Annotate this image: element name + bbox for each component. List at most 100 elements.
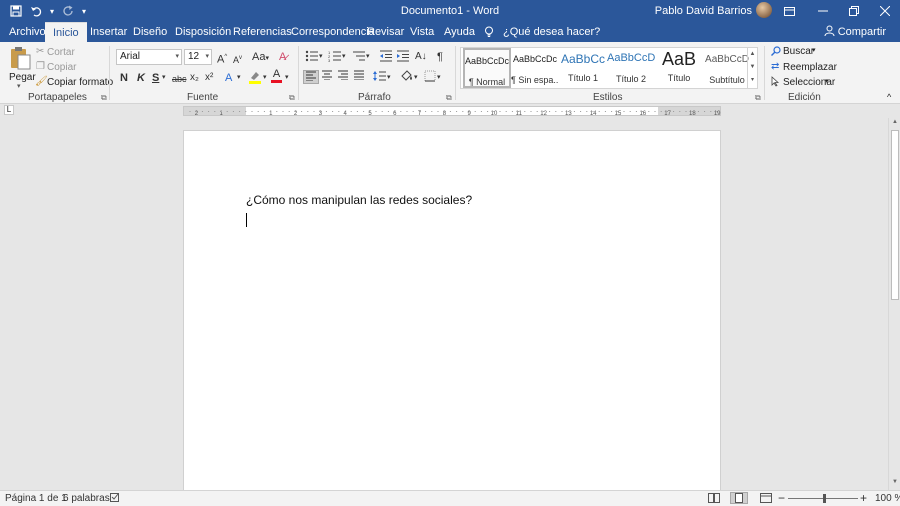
- scroll-down-icon[interactable]: ▼: [889, 479, 900, 489]
- clear-formatting-icon[interactable]: A̷: [279, 50, 286, 64]
- tab-revisar[interactable]: Revisar: [367, 22, 404, 42]
- superscript-button[interactable]: x²: [205, 71, 213, 85]
- italic-button[interactable]: K: [137, 71, 145, 85]
- zoom-level[interactable]: 100 %: [875, 493, 900, 504]
- find-button[interactable]: Buscar: [783, 46, 814, 57]
- chevron-up-icon[interactable]: ▲: [748, 48, 757, 61]
- copy-button[interactable]: Copiar: [47, 62, 76, 73]
- styles-launcher-icon[interactable]: ⧉: [755, 93, 761, 103]
- line-spacing-icon[interactable]: [373, 70, 387, 84]
- chevron-down-icon[interactable]: ▾: [237, 71, 241, 85]
- highlight-color-icon[interactable]: [248, 70, 262, 84]
- print-layout-icon[interactable]: [730, 492, 748, 504]
- customize-qat-icon[interactable]: ▾: [78, 0, 90, 22]
- read-mode-icon[interactable]: [708, 493, 720, 506]
- chevron-down-icon[interactable]: ▾: [319, 50, 323, 64]
- web-layout-icon[interactable]: [760, 493, 772, 506]
- font-size-combo[interactable]: 12 ▾: [184, 49, 212, 65]
- shading-icon[interactable]: [400, 70, 414, 84]
- save-icon[interactable]: [6, 0, 26, 22]
- tab-insertar[interactable]: Insertar: [90, 22, 127, 42]
- tab-diseno[interactable]: Diseño: [133, 22, 167, 42]
- chevron-down-icon[interactable]: ▾: [414, 71, 418, 85]
- style-heading-1[interactable]: AaBbCc Título 1: [559, 48, 607, 88]
- style-no-spacing[interactable]: AaBbCcDc ¶ Sin espa...: [511, 48, 559, 88]
- chevron-down-icon[interactable]: ▾: [285, 71, 289, 85]
- proofing-icon[interactable]: [110, 493, 121, 506]
- tab-ayuda[interactable]: Ayuda: [444, 22, 475, 42]
- chevron-down-icon[interactable]: ▾: [162, 71, 166, 85]
- chevron-down-icon[interactable]: ▾: [263, 71, 267, 85]
- show-formatting-button[interactable]: ¶: [437, 50, 443, 64]
- text-effects-button[interactable]: A: [225, 71, 232, 85]
- document-page[interactable]: ¿Cómo nos manipulan las redes sociales?: [183, 130, 721, 490]
- chevron-down-icon[interactable]: ▾: [825, 77, 829, 85]
- restore-icon[interactable]: [838, 0, 869, 22]
- minimize-icon[interactable]: [807, 0, 838, 22]
- chevron-down-icon[interactable]: ▾: [387, 71, 391, 85]
- share-button[interactable]: Compartir: [824, 22, 886, 42]
- ribbon-display-options-icon[interactable]: [771, 0, 807, 22]
- style-subtitle[interactable]: AaBbCcD Subtítulo: [703, 48, 751, 88]
- document-text-line[interactable]: ¿Cómo nos manipulan las redes sociales?: [246, 193, 472, 207]
- undo-icon[interactable]: [26, 0, 46, 22]
- numbering-icon[interactable]: 123: [328, 50, 342, 64]
- chevron-down-icon[interactable]: ▾: [342, 50, 346, 64]
- style-title[interactable]: AaB Título: [655, 48, 703, 88]
- bold-button[interactable]: N: [120, 71, 128, 85]
- chevron-down-icon[interactable]: ▾: [812, 46, 816, 54]
- paste-button[interactable]: Pegar ▾: [6, 46, 36, 90]
- close-icon[interactable]: [869, 0, 900, 22]
- scrollbar-thumb[interactable]: [891, 130, 899, 300]
- decrease-indent-icon[interactable]: [379, 50, 393, 64]
- avatar[interactable]: [756, 2, 772, 18]
- tab-referencias[interactable]: Referencias: [233, 22, 292, 42]
- chevron-down-icon[interactable]: ▾: [437, 71, 441, 85]
- tab-disposicion[interactable]: Disposición: [175, 22, 231, 42]
- strikethrough-button[interactable]: abc: [172, 72, 187, 86]
- tab-selector-icon[interactable]: L: [4, 105, 14, 115]
- style-normal[interactable]: AaBbCcDc ¶ Normal: [463, 48, 511, 88]
- justify-icon[interactable]: [353, 70, 365, 84]
- horizontal-ruler[interactable]: 2 1 1 2 3 4 5 6 7 8 9 10 11 12 13 14 15 16 17 18 19: [183, 106, 721, 117]
- multilevel-list-icon[interactable]: [352, 50, 366, 64]
- cut-button[interactable]: Cortar: [47, 47, 75, 58]
- align-center-icon[interactable]: [321, 70, 333, 84]
- scroll-up-icon[interactable]: ▲: [889, 119, 900, 129]
- user-name[interactable]: Pablo David Barrios: [655, 5, 752, 17]
- bullets-icon[interactable]: [305, 50, 319, 64]
- paragraph-launcher-icon[interactable]: ⧉: [446, 93, 452, 103]
- zoom-in-icon[interactable]: +: [860, 491, 867, 505]
- zoom-slider-thumb[interactable]: [823, 494, 826, 503]
- word-count[interactable]: 6 palabras: [63, 493, 110, 504]
- align-left-icon[interactable]: [303, 70, 319, 84]
- borders-icon[interactable]: [424, 70, 436, 84]
- zoom-out-icon[interactable]: −: [778, 491, 785, 505]
- vertical-scrollbar[interactable]: ▲ ▼: [888, 118, 900, 490]
- undo-dropdown-icon[interactable]: ▾: [46, 0, 58, 22]
- tab-correspondencia[interactable]: Correspondencia: [291, 22, 375, 42]
- sort-icon[interactable]: A↓: [415, 50, 427, 64]
- chevron-down-icon[interactable]: ▼: [748, 61, 757, 74]
- font-color-button[interactable]: A: [271, 69, 282, 83]
- clipboard-launcher-icon[interactable]: ⧉: [101, 93, 107, 103]
- align-right-icon[interactable]: [337, 70, 349, 84]
- page-count[interactable]: Página 1 de 1: [5, 493, 67, 504]
- tab-inicio[interactable]: Inicio: [45, 22, 87, 42]
- collapse-ribbon-icon[interactable]: ^: [887, 92, 891, 102]
- shrink-font-button[interactable]: Av: [233, 51, 242, 65]
- more-styles-icon[interactable]: ▾: [748, 74, 757, 87]
- tab-archivo[interactable]: Archivo: [9, 22, 46, 42]
- tell-me-input[interactable]: ¿Qué desea hacer?: [503, 22, 600, 42]
- font-name-combo[interactable]: Arial ▾: [116, 49, 182, 65]
- redo-icon[interactable]: [58, 0, 78, 22]
- chevron-down-icon[interactable]: ▾: [366, 50, 370, 64]
- grow-font-button[interactable]: A^: [217, 50, 227, 66]
- replace-button[interactable]: Reemplazar: [783, 62, 837, 73]
- change-case-button[interactable]: Aa▾: [252, 50, 269, 64]
- font-launcher-icon[interactable]: ⧉: [289, 93, 295, 103]
- tell-me-icon[interactable]: [484, 22, 494, 42]
- style-heading-2[interactable]: AaBbCcD Título 2: [607, 48, 655, 88]
- subscript-button[interactable]: x₂: [190, 71, 199, 85]
- tab-vista[interactable]: Vista: [410, 22, 434, 42]
